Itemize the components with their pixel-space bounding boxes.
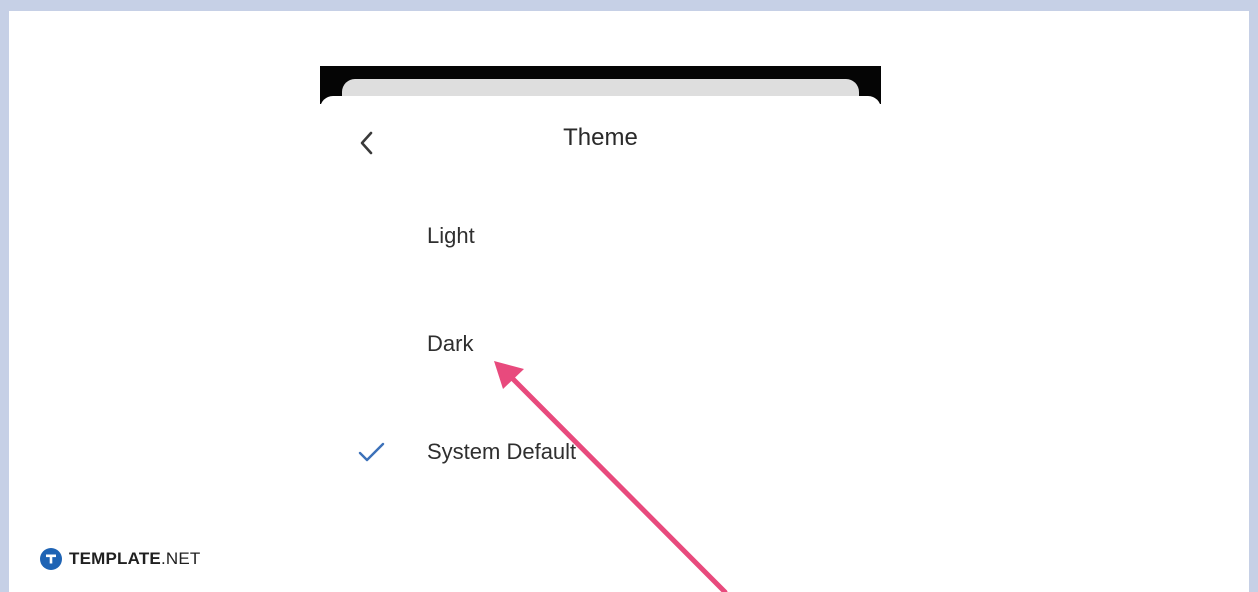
theme-sheet: Theme Light Dark System Default bbox=[320, 104, 881, 592]
sheet-top-edge bbox=[320, 96, 881, 104]
template-net-watermark: TEMPLATE.NET bbox=[40, 548, 200, 570]
theme-option-system-default[interactable]: System Default bbox=[320, 417, 881, 487]
phone-status-area bbox=[320, 66, 881, 104]
checkmark-icon bbox=[358, 442, 385, 462]
page-title: Theme bbox=[563, 124, 638, 151]
theme-option-dark[interactable]: Dark bbox=[320, 309, 881, 379]
theme-option-label: Light bbox=[427, 223, 475, 248]
template-logo-icon bbox=[40, 548, 62, 570]
screenshot-canvas: Theme Light Dark System Default TEMPLATE… bbox=[9, 11, 1249, 592]
brand-text: TEMPLATE.NET bbox=[69, 549, 201, 568]
theme-option-light[interactable]: Light bbox=[320, 201, 881, 271]
theme-option-label: Dark bbox=[427, 331, 474, 356]
theme-option-label: System Default bbox=[427, 439, 577, 464]
